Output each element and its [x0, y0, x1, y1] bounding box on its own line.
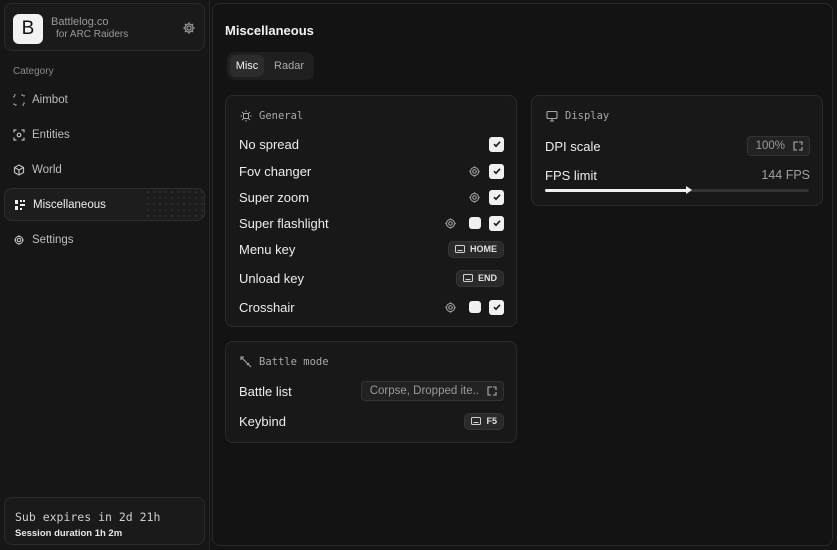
color-swatch[interactable] [469, 217, 481, 229]
sidebar-item-world[interactable]: World [4, 154, 205, 186]
no-spread-checkbox[interactable] [489, 136, 504, 152]
check-icon [492, 220, 501, 227]
sidebar-item-label: Entities [32, 129, 70, 141]
brand-card: B Battlelog.co for ARC Raiders [4, 3, 205, 51]
super-zoom-row: Super zoom [239, 187, 504, 207]
sidebar-item-miscellaneous[interactable]: Miscellaneous [4, 188, 205, 221]
unload-key-keybind[interactable]: END [455, 269, 504, 287]
crosshair-scan-icon [13, 94, 25, 106]
slider-thumb[interactable] [686, 186, 693, 194]
fps-limit-value: 144 FPS [761, 168, 810, 182]
entities-icon [13, 129, 25, 141]
keyboard-icon [462, 274, 473, 282]
slider-fill [545, 189, 691, 192]
dpi-scale-value: 100% [755, 140, 785, 152]
display-title: Display [565, 110, 610, 122]
check-icon [492, 194, 501, 201]
gear-icon[interactable] [468, 165, 481, 178]
sidebar-item-label: Miscellaneous [33, 198, 106, 211]
super-flashlight-row: Super flashlight [239, 213, 504, 233]
gear-icon[interactable] [468, 191, 481, 204]
tab-misc[interactable]: Misc [230, 55, 264, 77]
tab-bar: Misc Radar [227, 52, 314, 80]
battle-keybind[interactable]: F5 [464, 412, 504, 430]
super-zoom-checkbox[interactable] [489, 189, 504, 205]
keyboard-icon [471, 417, 482, 425]
sidebar-item-label: Aimbot [32, 94, 68, 106]
fps-limit-slider[interactable] [545, 186, 809, 194]
subscription-card: Sub expires in 2d 21h Session duration 1… [4, 497, 205, 545]
battle-mode-header: Battle mode [240, 356, 329, 368]
expand-icon [487, 386, 497, 396]
sidebar-item-aimbot[interactable]: Aimbot [4, 84, 205, 116]
fov-changer-row: Fov changer [239, 161, 504, 181]
keybind-label: Keybind [239, 413, 286, 429]
main-panel: Miscellaneous Misc Radar General No spre… [212, 3, 833, 546]
dpi-scale-select[interactable]: 100% [746, 136, 810, 156]
keybind-row: Keybind F5 [239, 411, 504, 431]
menu-key-keybind[interactable]: HOME [448, 240, 504, 258]
display-header: Display [546, 110, 609, 122]
fps-limit-label: FPS limit [545, 167, 597, 183]
page-title: Miscellaneous [225, 23, 314, 38]
dpi-scale-label: DPI scale [545, 138, 601, 154]
display-card: Display DPI scale 100% FPS limit 144 FPS [531, 95, 823, 206]
dpi-scale-row: DPI scale 100% [545, 136, 810, 156]
sidebar-item-label: World [32, 164, 62, 176]
menu-key-row: Menu key HOME [239, 239, 504, 259]
fov-changer-label: Fov changer [239, 163, 312, 179]
battle-list-label: Battle list [239, 383, 292, 399]
fps-limit-row: FPS limit 144 FPS [545, 165, 810, 185]
gear-icon[interactable] [182, 21, 196, 35]
battle-list-select[interactable]: Corpse, Dropped ite.. [360, 381, 504, 401]
sidebar-item-label: Settings [32, 234, 74, 246]
crosshair-row: Crosshair [239, 297, 504, 317]
unload-key-label: Unload key [239, 270, 305, 286]
battle-mode-card: Battle mode Battle list Corpse, Dropped … [225, 341, 517, 443]
expand-icon [793, 141, 803, 151]
cube-icon [13, 164, 25, 176]
battle-list-value: Corpse, Dropped ite.. [369, 385, 479, 397]
check-icon [492, 304, 501, 311]
battle-keybind-value: F5 [486, 416, 497, 426]
sub-expires-text: Sub expires in 2d 21h [15, 510, 161, 524]
general-card: General No spread Fov changer Super zoom… [225, 95, 517, 327]
no-spread-row: No spread [239, 134, 504, 154]
menu-key-label: Menu key [239, 241, 296, 257]
sun-icon [240, 110, 252, 122]
menu-key-value: HOME [470, 244, 497, 254]
sidebar-item-entities[interactable]: Entities [4, 119, 205, 151]
grid-icon [15, 199, 25, 210]
battle-icon [240, 356, 252, 368]
check-icon [492, 141, 501, 148]
super-zoom-label: Super zoom [239, 189, 310, 205]
brand-name: Battlelog.co [51, 16, 109, 28]
gear-icon[interactable] [444, 217, 457, 230]
general-title: General [259, 110, 304, 122]
unload-key-value: END [477, 273, 497, 283]
brand-subtitle: for ARC Raiders [56, 29, 129, 40]
category-title: Category [13, 66, 54, 77]
monitor-icon [546, 110, 558, 122]
sidebar: B Battlelog.co for ARC Raiders Category … [0, 0, 210, 550]
gear-icon[interactable] [444, 301, 457, 314]
battle-mode-title: Battle mode [259, 356, 329, 368]
crosshair-checkbox[interactable] [489, 299, 504, 315]
super-flashlight-checkbox[interactable] [489, 215, 504, 231]
no-spread-label: No spread [239, 136, 299, 152]
unload-key-row: Unload key END [239, 268, 504, 288]
color-swatch[interactable] [469, 301, 481, 313]
keyboard-icon [455, 245, 465, 253]
fov-changer-checkbox[interactable] [489, 163, 504, 179]
crosshair-label: Crosshair [239, 299, 295, 315]
session-duration-text: Session duration 1h 2m [15, 528, 123, 539]
brand-logo: B [13, 14, 43, 44]
general-header: General [240, 110, 303, 122]
battle-list-row: Battle list Corpse, Dropped ite.. [239, 381, 504, 401]
super-flashlight-label: Super flashlight [239, 215, 329, 231]
sidebar-item-settings[interactable]: Settings [4, 224, 205, 256]
check-icon [492, 168, 501, 175]
gear-icon [14, 235, 24, 245]
tab-radar[interactable]: Radar [267, 55, 311, 77]
